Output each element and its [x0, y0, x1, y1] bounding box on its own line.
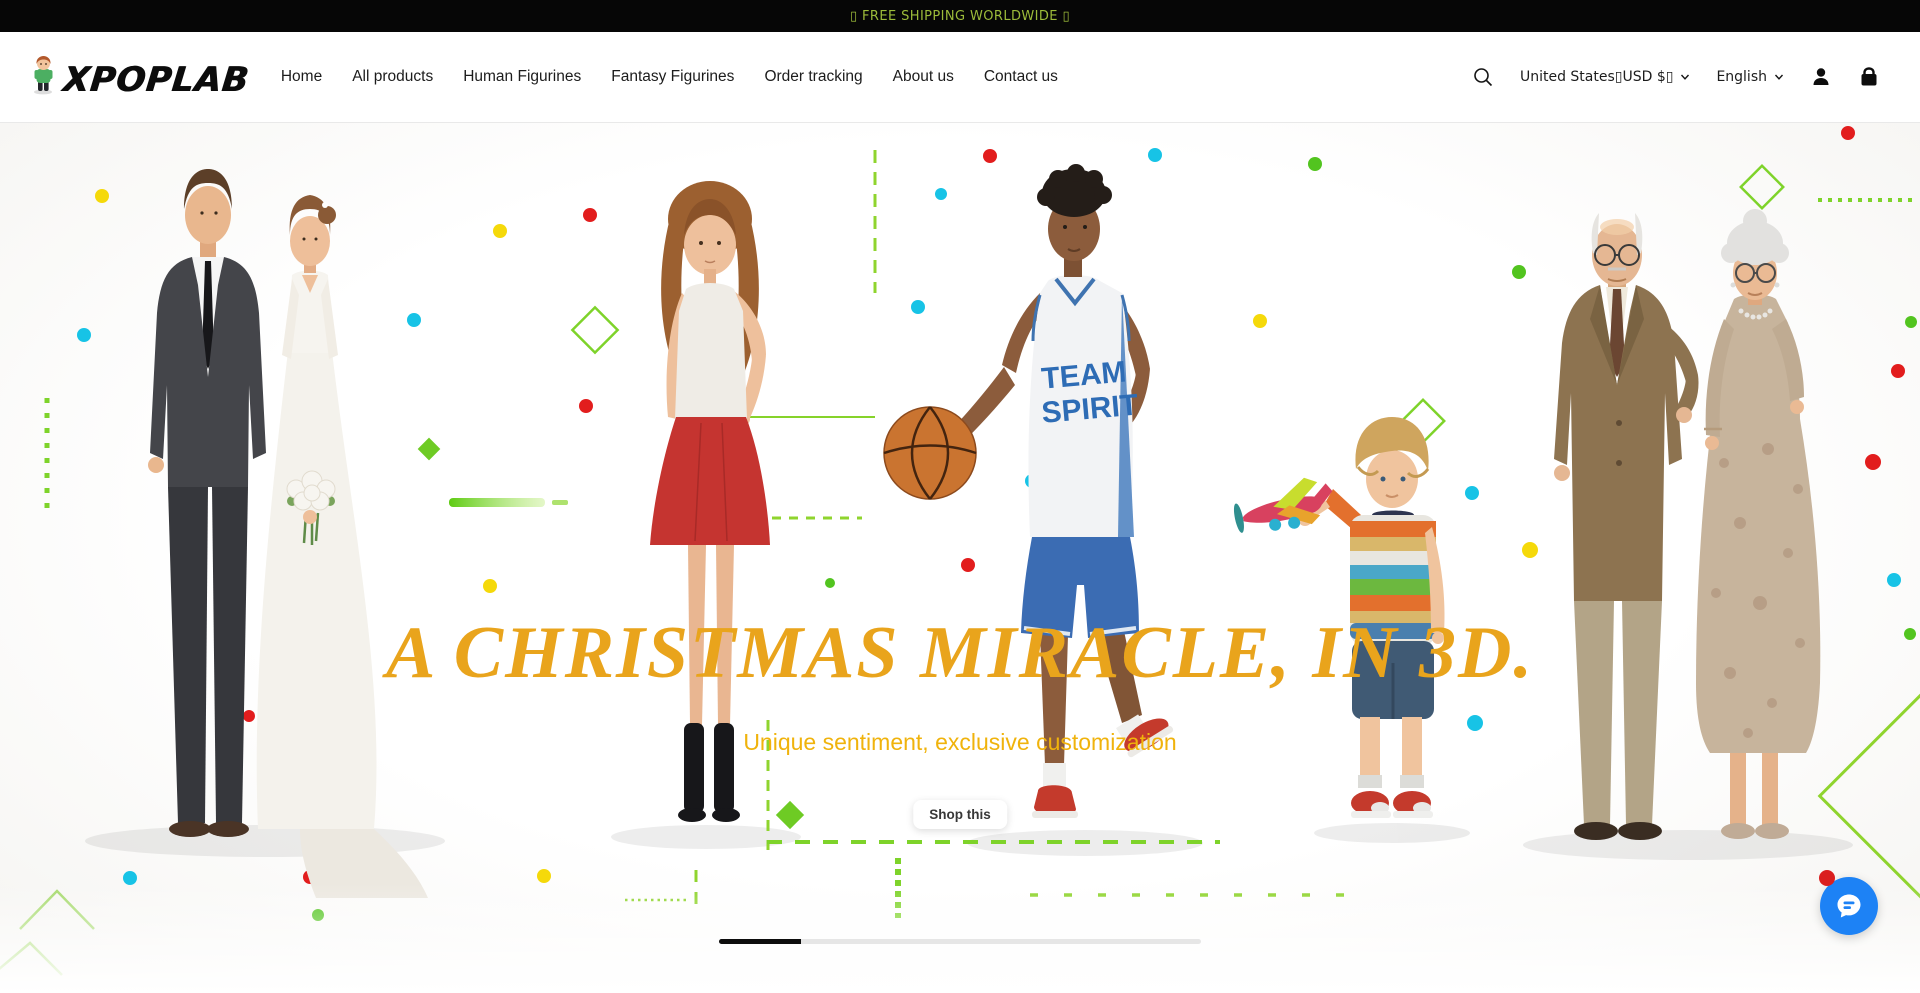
site-header: XPOPLAB Home All products Human Figurine… [0, 32, 1920, 123]
logo[interactable]: XPOPLAB [30, 55, 249, 100]
nav-order-tracking[interactable]: Order tracking [764, 68, 862, 86]
carousel-progress-fill [719, 939, 801, 944]
carousel-progress-bar[interactable] [719, 939, 1201, 944]
announcement-text: ▯ FREE SHIPPING WORLDWIDE ▯ [850, 9, 1070, 24]
nav-contact-us[interactable]: Contact us [984, 68, 1058, 86]
figurine-basketball-player: TEAM SPIRIT [884, 164, 1175, 818]
nav-human-figurines[interactable]: Human Figurines [463, 68, 581, 86]
figurine-wedding-couple [148, 169, 428, 898]
chevron-down-icon [1774, 72, 1784, 82]
account-icon[interactable] [1810, 66, 1832, 88]
logo-text: XPOPLAB [61, 60, 251, 100]
cart-bag-icon[interactable] [1858, 66, 1880, 88]
hero-banner: TEAM SPIRIT [0, 123, 1920, 993]
figurine-woman-red-skirt [650, 181, 770, 822]
header-controls: United States▯USD $▯ English [1472, 66, 1880, 88]
nav-about-us[interactable]: About us [893, 68, 954, 86]
search-icon[interactable] [1472, 66, 1494, 88]
announcement-bar: ▯ FREE SHIPPING WORLDWIDE ▯ [0, 0, 1920, 32]
language-selector[interactable]: English [1716, 69, 1784, 85]
nav-all-products[interactable]: All products [352, 68, 433, 86]
country-currency-selector[interactable]: United States▯USD $▯ [1520, 69, 1690, 85]
country-currency-label: United States▯USD $▯ [1520, 69, 1673, 85]
hero-subtitle: Unique sentiment, exclusive customizatio… [0, 729, 1920, 756]
logo-mascot-icon [30, 55, 57, 100]
hero-title: A CHRISTMAS MIRACLE, IN 3D. [0, 611, 1920, 696]
hero-illustration: TEAM SPIRIT [0, 123, 1920, 993]
chat-widget-button[interactable] [1820, 877, 1878, 935]
nav-fantasy-figurines[interactable]: Fantasy Figurines [611, 68, 734, 86]
language-label: English [1716, 69, 1767, 85]
chevron-down-icon [1680, 72, 1690, 82]
nav-home[interactable]: Home [281, 68, 322, 86]
chat-notification-dot [1819, 870, 1835, 886]
main-nav: Home All products Human Figurines Fantas… [281, 68, 1058, 86]
shop-this-button[interactable]: Shop this [913, 800, 1007, 829]
